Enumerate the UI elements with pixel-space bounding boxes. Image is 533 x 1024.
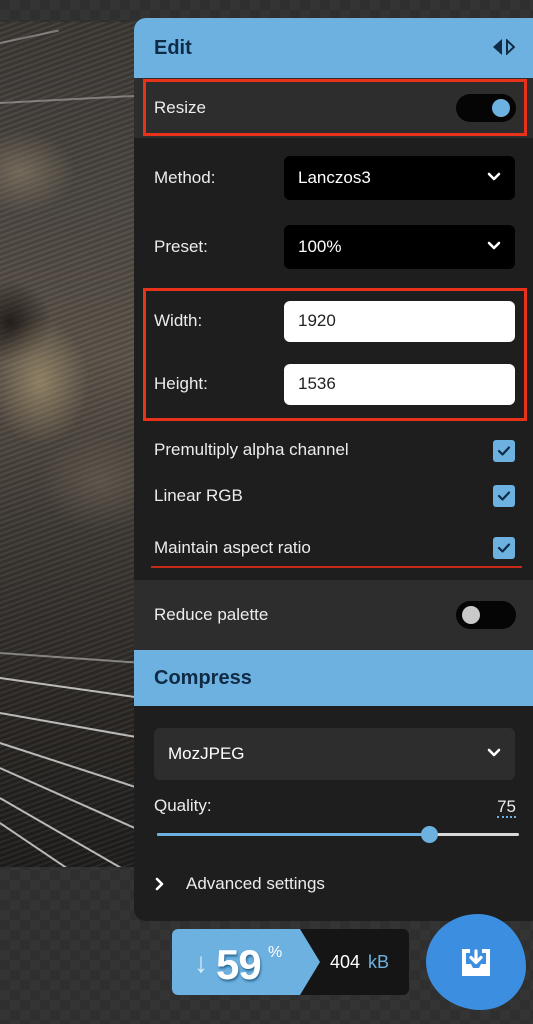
edit-section-header: Edit (134, 18, 533, 78)
download-button[interactable] (426, 914, 526, 1010)
resize-row: Resize (134, 78, 533, 138)
height-value: 1536 (298, 374, 336, 393)
whisker (0, 29, 59, 44)
preset-label: Preset: (154, 237, 208, 256)
reduce-palette-row: Reduce palette (134, 580, 533, 650)
chevron-down-icon (487, 748, 501, 757)
checkmark-icon (497, 491, 511, 501)
maintain-aspect-ratio-label: Maintain aspect ratio (154, 538, 311, 557)
height-input[interactable]: 1536 (284, 363, 515, 405)
preset-row: Preset: 100% (134, 212, 533, 282)
preset-value: 100% (298, 237, 342, 256)
premultiply-alpha-label: Premultiply alpha channel (154, 440, 349, 459)
compress-section-header: Compress (134, 650, 533, 706)
advanced-settings-toggle[interactable]: Advanced settings (134, 858, 533, 910)
method-value: Lanczos3 (298, 168, 371, 187)
whisker (0, 797, 122, 867)
reduce-palette-toggle[interactable] (456, 601, 516, 629)
height-label: Height: (154, 374, 208, 393)
premultiply-alpha-checkbox[interactable] (493, 440, 515, 462)
output-size: 404 (330, 952, 361, 972)
reduce-palette-label: Reduce palette (154, 605, 269, 624)
aspect-ratio-underline (151, 566, 522, 568)
codec-row: MozJPEG (134, 706, 533, 788)
whisker (0, 652, 140, 664)
options-panel: Edit Resize Method: Lanczos3 Preset: 100… (134, 18, 533, 921)
chevron-right-icon (155, 877, 164, 891)
whisker (0, 712, 140, 740)
codec-value: MozJPEG (168, 744, 245, 763)
maintain-aspect-ratio-checkbox[interactable] (493, 537, 515, 559)
quality-slider[interactable] (157, 826, 519, 843)
resize-toggle[interactable] (456, 94, 516, 122)
height-row: Height: 1536 (134, 350, 533, 418)
arrow-left-icon (493, 39, 502, 55)
advanced-settings-label: Advanced settings (186, 874, 325, 893)
output-size-unit: kB (368, 952, 390, 972)
chevron-down-icon (487, 241, 501, 250)
result-badge: ↓ 59 % 404 kB (172, 929, 409, 995)
preset-select[interactable]: 100% (284, 225, 515, 269)
chevron-down-icon (487, 172, 501, 181)
quality-slider-fill (157, 833, 429, 836)
linear-rgb-label: Linear RGB (154, 486, 243, 505)
savings-percent: 59 (216, 941, 262, 988)
percent-symbol: % (268, 944, 283, 961)
quality-value[interactable]: 75 (497, 798, 516, 818)
quality-slider-thumb[interactable] (420, 826, 438, 843)
resize-label: Resize (154, 98, 206, 117)
whisker (0, 94, 140, 104)
premultiply-alpha-row[interactable]: Premultiply alpha channel (134, 418, 533, 470)
width-input[interactable]: 1920 (284, 300, 515, 342)
arrow-right-icon (506, 39, 515, 55)
toggle-knob (492, 99, 510, 117)
codec-select[interactable]: MozJPEG (154, 728, 515, 780)
linear-rgb-checkbox[interactable] (493, 485, 515, 507)
whisker (0, 677, 140, 700)
split-arrows-icon[interactable] (493, 39, 515, 55)
quality-row: Quality: 75 (134, 788, 533, 858)
whisker (0, 822, 100, 867)
toggle-knob (462, 606, 480, 624)
whisker (0, 742, 140, 790)
checkmark-icon (497, 446, 511, 456)
linear-rgb-row[interactable]: Linear RGB (134, 470, 533, 522)
method-row: Method: Lanczos3 (134, 138, 533, 212)
quality-label: Quality: (154, 796, 212, 815)
down-arrow-icon: ↓ (194, 947, 208, 978)
compress-title: Compress (154, 666, 252, 689)
image-preview[interactable] (0, 22, 140, 867)
width-label: Width: (154, 311, 203, 330)
width-value: 1920 (298, 311, 336, 330)
download-tray-icon (462, 949, 490, 976)
method-label: Method: (154, 168, 216, 187)
method-select[interactable]: Lanczos3 (284, 156, 515, 200)
checkmark-icon (497, 543, 511, 553)
edit-title: Edit (154, 36, 192, 59)
whisker (0, 767, 138, 830)
width-row: Width: 1920 (134, 282, 533, 350)
savings-badge-tip (300, 929, 320, 995)
